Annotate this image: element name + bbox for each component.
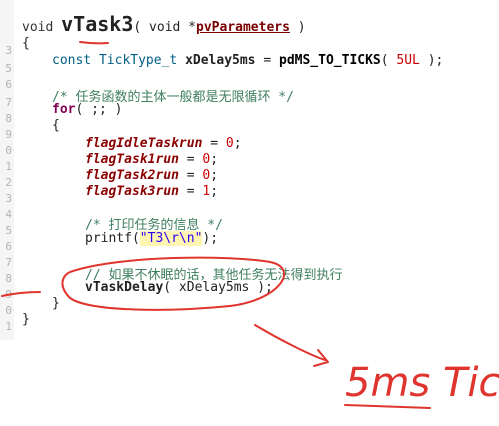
arrow-head-stroke — [313, 349, 329, 367]
number-literal: 5UL — [396, 53, 420, 68]
param-prefix: ( void * — [133, 20, 197, 35]
fn-printf: printf( — [85, 231, 140, 246]
line-marker: 0 — [5, 304, 12, 317]
line-marker: 0 — [5, 144, 12, 157]
semicolon: ; — [210, 152, 219, 167]
var-flag-idle: flagIdleTaskrun — [85, 136, 203, 151]
paren: ( — [380, 53, 397, 68]
code-line-loop-close[interactable]: } — [52, 296, 60, 311]
code-line-function-signature[interactable]: void vTask3( void *pvParameters ) — [22, 12, 306, 36]
handwritten-note: 5ms Tick — [345, 360, 499, 406]
keyword-for: for — [52, 102, 76, 117]
operator: = — [178, 168, 203, 183]
operator: = — [178, 184, 203, 199]
code-line-delay-decl[interactable]: const TickType_t xDelay5ms = pdMS_TO_TIC… — [52, 53, 443, 68]
line-marker: 8 — [5, 272, 12, 285]
semicolon: ; — [210, 168, 219, 183]
keyword-void: void — [22, 20, 54, 35]
semicolon: ; — [210, 184, 219, 199]
handwriting-underline-stroke — [344, 404, 431, 409]
line-marker: 3 — [5, 44, 12, 57]
operator: = — [255, 53, 279, 68]
operator: = — [178, 152, 203, 167]
code-line-loop-brace[interactable]: { — [52, 118, 60, 133]
type-name: const TickType_t — [52, 53, 186, 68]
line-marker: 2 — [5, 176, 12, 189]
var-flag-task3: flagTask3run — [85, 184, 179, 199]
underline-stroke — [79, 41, 109, 45]
line-marker: 6 — [5, 240, 12, 253]
line-marker: 5 — [5, 62, 12, 75]
number-literal: 0 — [225, 136, 234, 151]
paren: ); — [419, 53, 444, 68]
line-marker: 6 — [5, 78, 12, 91]
line-marker: 5 — [5, 224, 12, 237]
line-marker: 9 — [5, 288, 12, 301]
line-marker: 7 — [5, 96, 12, 109]
line-marker: 1 — [5, 320, 12, 333]
var-flag-task1: flagTask1run — [85, 152, 179, 167]
operator: = — [202, 136, 226, 151]
code-line-flag-task1[interactable]: flagTask1run = 0; — [85, 152, 218, 167]
code-line-flag-idle[interactable]: flagIdleTaskrun = 0; — [85, 136, 242, 151]
line-marker: 8 — [5, 112, 12, 125]
string-literal: "T3\r\n" — [139, 231, 203, 246]
for-condition: ( ;; ) — [75, 102, 123, 117]
code-line-vtaskdelay[interactable]: vTaskDelay( xDelay5ms ); — [85, 280, 273, 295]
fn-args: ( xDelay5ms ); — [163, 280, 273, 295]
line-marker: 3 — [5, 192, 12, 205]
param-suffix: ) — [289, 20, 306, 35]
line-marker: 7 — [5, 256, 12, 269]
code-line-function-close[interactable]: } — [22, 312, 30, 327]
code-line-for[interactable]: for( ;; ) — [52, 102, 122, 117]
paren: ); — [202, 231, 219, 246]
line-marker: 4 — [5, 208, 12, 221]
semicolon: ; — [233, 136, 242, 151]
line-marker: 1 — [5, 160, 12, 173]
code-line-open-brace[interactable]: { — [22, 36, 30, 51]
fn-vtaskdelay: vTaskDelay — [85, 280, 164, 295]
code-line-flag-task2[interactable]: flagTask2run = 0; — [85, 168, 218, 183]
var-xdelay: xDelay5ms — [185, 53, 256, 68]
function-name: vTask3 — [61, 12, 134, 36]
code-line-printf[interactable]: printf("T3\r\n"); — [85, 231, 218, 246]
arrow-stroke — [254, 324, 326, 361]
line-marker: 9 — [5, 128, 12, 141]
param-name: pvParameters — [196, 20, 290, 35]
code-line-flag-task3[interactable]: flagTask3run = 1; — [85, 184, 218, 199]
macro-pdms-to-ticks: pdMS_TO_TICKS — [279, 53, 381, 68]
var-flag-task2: flagTask2run — [85, 168, 179, 183]
